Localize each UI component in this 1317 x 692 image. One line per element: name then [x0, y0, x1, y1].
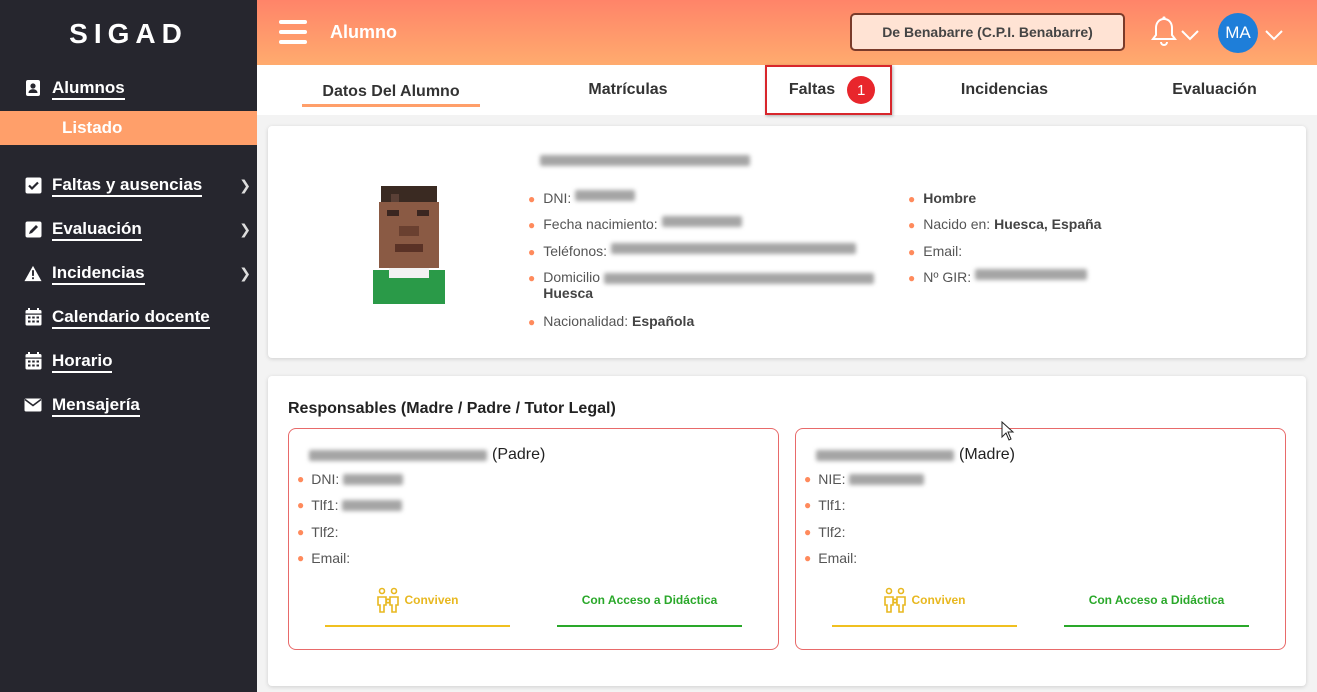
sidebar-item-label: Incidencias	[52, 262, 145, 285]
family-icon	[884, 587, 907, 613]
sidebar-item-calendario[interactable]: Calendario docente	[24, 304, 257, 330]
sidebar-item-mensajeria[interactable]: Mensajería	[24, 392, 257, 418]
chevron-right-icon: ❯	[239, 220, 251, 237]
student-card-icon	[24, 79, 42, 97]
guardian-id: ● DNI:	[297, 471, 404, 487]
student-gir: ● Nº GIR:	[908, 269, 1088, 287]
student-birthplace: ● Nacido en: Huesca, España	[908, 216, 1102, 232]
tab-incidencias[interactable]: Incidencias	[947, 65, 1062, 115]
tab-bar: Datos Del Alumno Matrículas Faltas 1 Inc…	[257, 65, 1317, 115]
tab-faltas[interactable]: Faltas 1	[777, 65, 887, 115]
calendar-icon	[24, 308, 42, 326]
tab-datos-del-alumno[interactable]: Datos Del Alumno	[302, 65, 480, 115]
student-card: ● DNI: ● Fecha nacimiento: ● Teléfonos: ● D…	[268, 126, 1306, 358]
student-gender: ● Hombre	[908, 190, 977, 206]
guardian-card-mother: (Madre) ● NIE: ● Tlf1: ● Tlf2: ● Email: Conv…	[795, 428, 1286, 650]
count-badge: 1	[847, 76, 876, 104]
sidebar-item-horario[interactable]: Horario	[24, 348, 257, 374]
edit-icon	[24, 220, 42, 238]
envelope-icon	[24, 396, 42, 414]
guardian-tlf2: ● Tlf2:	[804, 524, 846, 540]
sidebar-item-label: Horario	[52, 350, 113, 373]
sidebar-subitem-listado[interactable]: Listado	[0, 111, 257, 145]
guardian-tlf1: ● Tlf1:	[804, 497, 846, 513]
sidebar-item-label: Faltas y ausencias	[52, 174, 203, 197]
conviven-badge[interactable]: Conviven	[832, 587, 1017, 627]
mouse-cursor-icon	[1001, 420, 1015, 446]
student-email: ● Email:	[908, 243, 963, 259]
sidebar-item-label: Alumnos	[52, 77, 125, 100]
sidebar-item-faltas[interactable]: Faltas y ausencias ❯	[24, 172, 257, 198]
acceso-didactica-badge[interactable]: Con Acceso a Didáctica	[557, 587, 742, 627]
student-address: ● Domicilio Huesca	[528, 269, 874, 301]
guardian-card-father: (Padre) ● DNI: ● Tlf1: ● Tlf2: ● Email: Conv…	[288, 428, 779, 650]
sidebar-item-label: Calendario docente	[52, 306, 210, 329]
guardian-email: ● Email:	[297, 550, 351, 566]
guardian-name: (Padre)	[309, 446, 545, 464]
student-phones: ● Teléfonos:	[528, 243, 856, 261]
section-title: Responsables (Madre / Padre / Tutor Lega…	[288, 400, 616, 417]
tab-evaluacion[interactable]: Evaluación	[1157, 65, 1272, 115]
tab-label: Faltas	[788, 81, 836, 98]
school-selector-button[interactable]: De Benabarre (C.P.I. Benabarre)	[850, 13, 1125, 51]
student-nationality: ● Nacionalidad: Española	[528, 313, 695, 329]
chevron-down-icon[interactable]	[1180, 28, 1200, 46]
sidebar-item-incidencias[interactable]: Incidencias ❯	[24, 260, 257, 286]
guardian-id: ● NIE:	[804, 471, 925, 487]
tab-matriculas[interactable]: Matrículas	[567, 65, 689, 115]
sidebar-item-label: Evaluación	[52, 218, 142, 241]
chevron-right-icon: ❯	[239, 176, 251, 193]
student-name	[540, 152, 750, 170]
top-header: Alumno De Benabarre (C.P.I. Benabarre) M…	[257, 0, 1317, 65]
checkbox-icon	[24, 176, 42, 194]
guardian-email: ● Email:	[804, 550, 858, 566]
acceso-didactica-badge[interactable]: Con Acceso a Didáctica	[1064, 587, 1249, 627]
responsables-card: Responsables (Madre / Padre / Tutor Lega…	[268, 376, 1306, 686]
page-title: Alumno	[330, 22, 397, 42]
menu-icon[interactable]	[279, 20, 307, 44]
family-icon	[377, 587, 400, 613]
sidebar: SIGAD Alumnos Listado Faltas y ausencias…	[0, 0, 257, 692]
sidebar-item-label: Mensajería	[52, 394, 140, 417]
student-dni: ● DNI:	[528, 190, 636, 208]
sidebar-item-alumnos[interactable]: Alumnos	[24, 75, 257, 101]
conviven-badge[interactable]: Conviven	[325, 587, 510, 627]
avatar[interactable]: MA	[1218, 13, 1258, 53]
app-logo: SIGAD	[69, 18, 188, 49]
warning-icon	[24, 264, 42, 282]
chevron-down-icon[interactable]	[1264, 28, 1284, 46]
student-birthdate: ● Fecha nacimiento:	[528, 216, 742, 234]
schedule-icon	[24, 352, 42, 370]
guardian-tlf1: ● Tlf1:	[297, 497, 403, 513]
guardian-name: (Madre)	[816, 446, 1015, 464]
chevron-right-icon: ❯	[239, 264, 251, 281]
guardian-tlf2: ● Tlf2:	[297, 524, 339, 540]
student-photo	[365, 174, 453, 312]
bell-icon[interactable]	[1150, 16, 1178, 53]
sidebar-item-evaluacion[interactable]: Evaluación ❯	[24, 216, 257, 242]
